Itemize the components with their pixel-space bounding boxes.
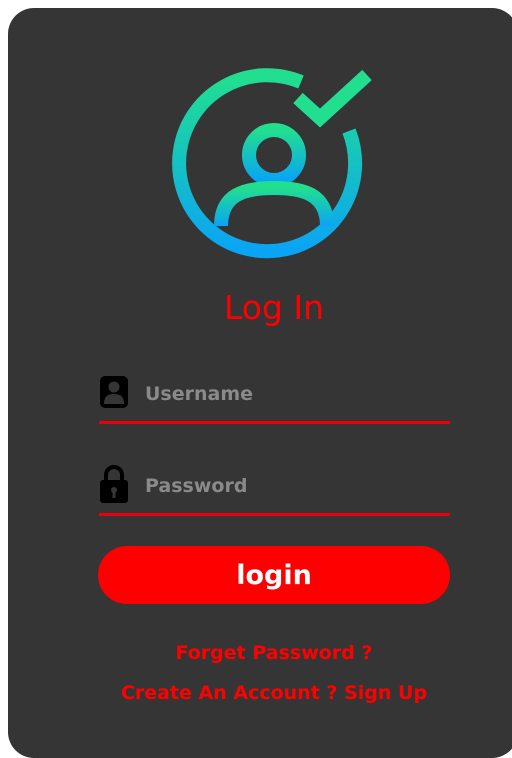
password-field — [99, 464, 450, 516]
lock-icon — [100, 465, 128, 503]
sign-up-link[interactable]: Create An Account ? Sign Up — [8, 684, 512, 703]
login-card: Log In login Forget Password ? Create An… — [8, 8, 512, 758]
forgot-password-link[interactable]: Forget Password ? — [8, 644, 512, 663]
password-input[interactable] — [145, 464, 445, 508]
username-field — [99, 372, 450, 424]
username-input[interactable] — [145, 372, 445, 416]
user-icon — [100, 376, 128, 408]
username-underline — [99, 421, 450, 424]
password-underline — [99, 513, 450, 516]
user-check-icon — [172, 68, 372, 259]
page-title: Log In — [223, 288, 325, 327]
login-button[interactable]: login — [98, 546, 450, 604]
